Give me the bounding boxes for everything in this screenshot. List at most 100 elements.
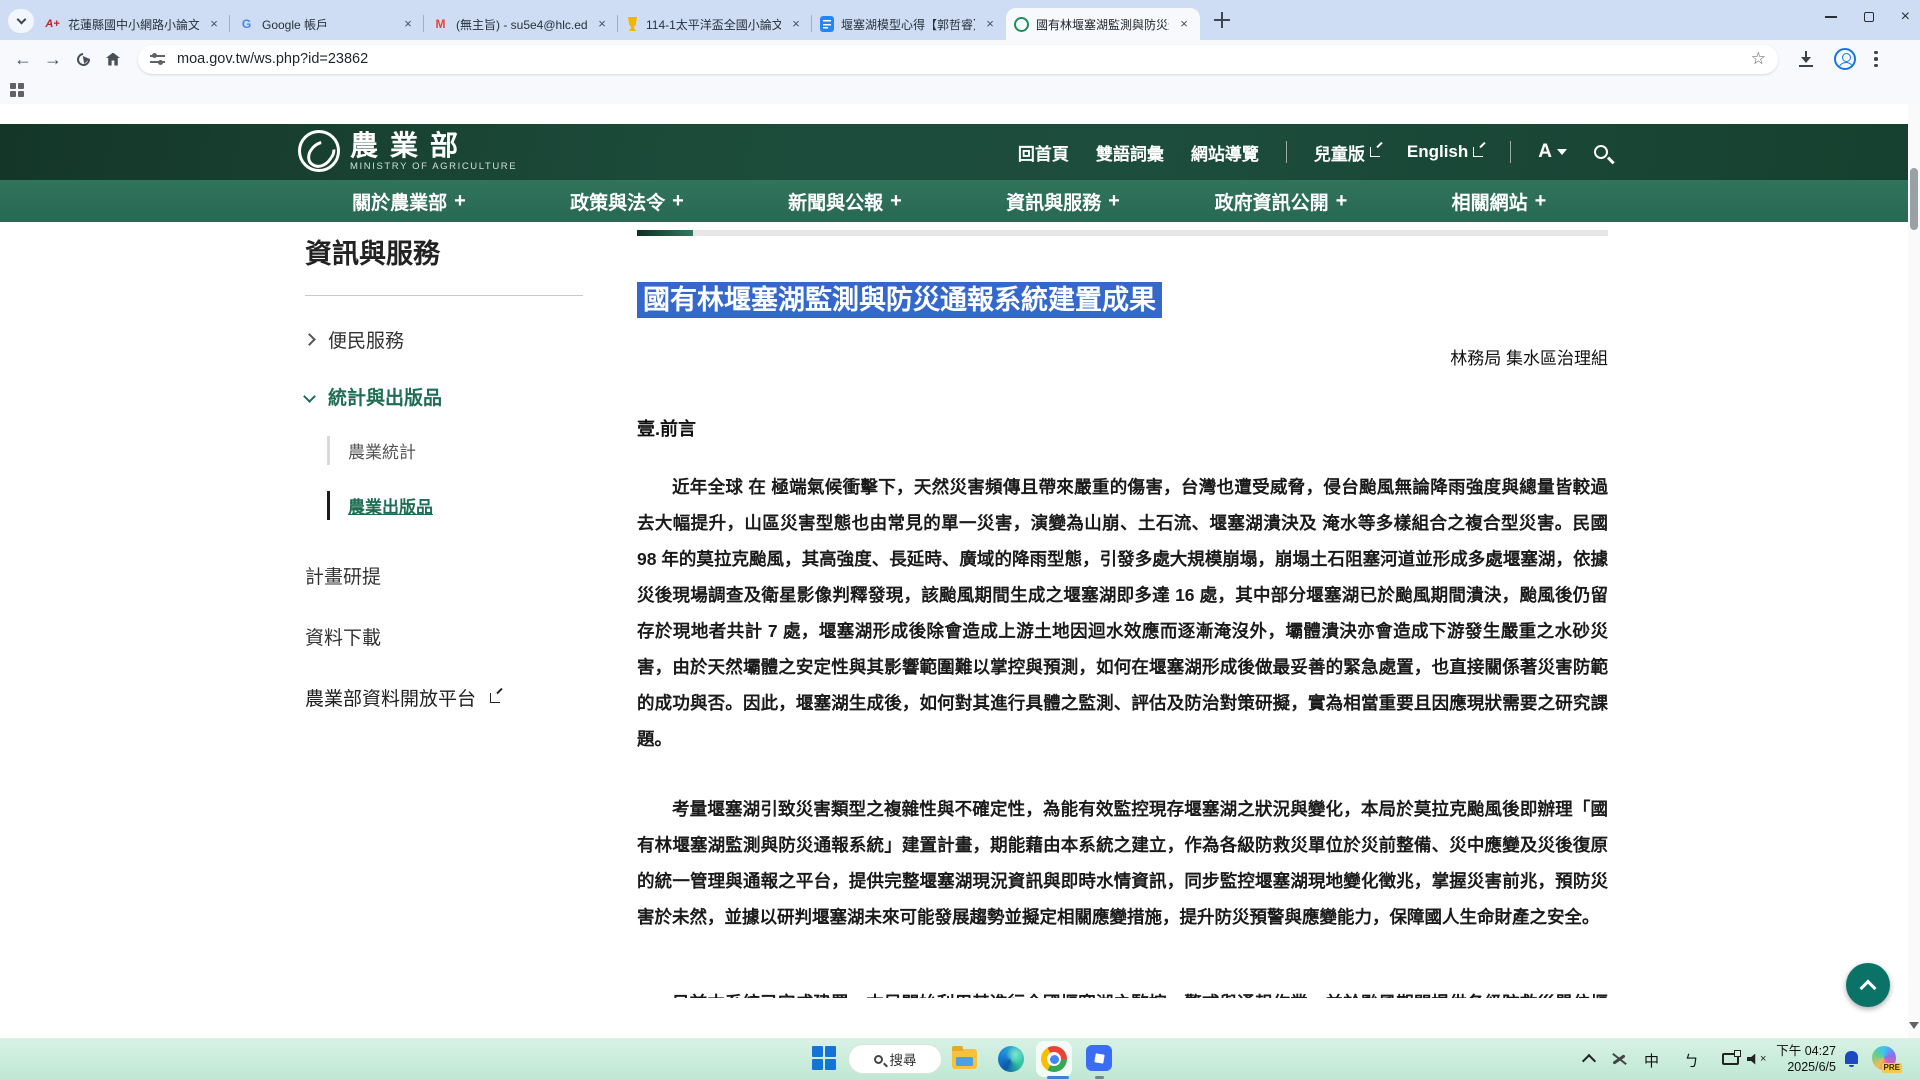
browser-tab-pacific-cup[interactable]: 114-1太平洋盃全國小論文競賽 ×: [618, 8, 812, 40]
close-icon[interactable]: ×: [1176, 16, 1192, 32]
page-scrollbar[interactable]: [1908, 104, 1920, 1038]
font-size-selector[interactable]: A: [1538, 141, 1567, 163]
article-paragraph-3-clipped: 目前本系統已完成建置，本局開始利用其進行全國堰塞湖之監控、警戒與通報作業，並於颱…: [637, 985, 1608, 998]
link-home[interactable]: 回首頁: [1018, 140, 1069, 165]
moa-favicon: [1014, 17, 1029, 32]
browser-menu-icon[interactable]: [1874, 51, 1878, 68]
close-icon[interactable]: ×: [594, 16, 610, 32]
sidebar-item-statistics-publications[interactable]: 統計與出版品: [305, 383, 587, 410]
taskbar-search[interactable]: 搜尋: [848, 1044, 942, 1074]
article: 國有林堰塞湖監測與防災通報系統建置成果 林務局 集水區治理組 壹.前言 近年全球…: [637, 230, 1608, 998]
plus-icon: +: [890, 190, 902, 213]
folder-icon: [952, 1049, 977, 1069]
site-info-icon[interactable]: [150, 53, 165, 65]
restore-icon[interactable]: [1864, 12, 1874, 22]
link-sitemap[interactable]: 網站導覽: [1191, 140, 1259, 165]
edge-button[interactable]: [998, 1046, 1024, 1072]
close-icon[interactable]: ×: [400, 16, 416, 32]
browser-tab-moa-active[interactable]: 國有林堰塞湖監測與防災通報系 ×: [1006, 8, 1200, 40]
trophy-favicon: [626, 17, 639, 31]
sidebar-item-project-proposal[interactable]: 計畫研提: [305, 562, 587, 589]
tab-title: 花蓮縣國中小網路小論文競賽: [68, 16, 199, 33]
link-bilingual-glossary[interactable]: 雙語詞彙: [1096, 140, 1164, 165]
new-tab-button[interactable]: [1214, 12, 1231, 29]
nav-info-services[interactable]: 資訊與服務+: [954, 180, 1172, 222]
chevron-down-icon: [303, 390, 316, 403]
tray-show-hidden-icons[interactable]: [1584, 1052, 1594, 1066]
chrome-button-active[interactable]: [1036, 1041, 1072, 1077]
bookmark-star-icon[interactable]: ☆: [1751, 49, 1766, 69]
url-text: moa.gov.tw/ws.php?id=23862: [177, 51, 1751, 67]
tab-search-chevron[interactable]: [8, 9, 34, 33]
article-byline: 林務局 集水區治理組: [637, 344, 1608, 369]
nav-policy-laws[interactable]: 政策與法令+: [518, 180, 736, 222]
section-heading: 壹.前言: [637, 415, 1608, 441]
browser-tab-google-account[interactable]: G Google 帳戶 ×: [230, 8, 424, 40]
link-english[interactable]: English: [1407, 142, 1483, 162]
reload-button[interactable]: [68, 44, 98, 74]
tray-ime-mode[interactable]: 中: [1644, 1050, 1659, 1071]
tray-ime-keyboard[interactable]: ㄅ: [1684, 1050, 1699, 1071]
sidebar-item-data-download[interactable]: 資料下載: [305, 623, 587, 650]
home-button[interactable]: [98, 44, 128, 74]
scrollbar-thumb[interactable]: [1910, 168, 1918, 230]
article-paragraph-1: 近年全球 在 極端氣候衝擊下，天然災害頻傳且帶來嚴重的傷害，台灣也遭受威脅，侵台…: [637, 469, 1608, 757]
tray-notifications-button[interactable]: [1845, 1051, 1858, 1064]
back-button[interactable]: ←: [8, 44, 38, 74]
link-kids-version[interactable]: 兒童版: [1314, 140, 1380, 165]
nav-about-moa[interactable]: 關於農業部+: [300, 180, 518, 222]
close-icon[interactable]: ×: [982, 16, 998, 32]
plus-icon: +: [1336, 190, 1348, 213]
webpage-viewport: 農業部 MINISTRY OF AGRICULTURE 回首頁 雙語詞彙 網站導…: [0, 104, 1920, 1038]
file-explorer-button[interactable]: [952, 1049, 977, 1069]
article-title-highlighted: 國有林堰塞湖監測與防災通報系統建置成果: [637, 282, 1162, 318]
sidebar-item-label: 計畫研提: [305, 562, 381, 589]
roblox-running-indicator: [1095, 1076, 1104, 1079]
tab-title: Google 帳戶: [262, 16, 393, 33]
sidebar-item-label: 便民服務: [328, 326, 404, 353]
sidebar-item-convenience-services[interactable]: 便民服務: [305, 326, 587, 353]
scroll-to-top-button[interactable]: [1846, 963, 1890, 1007]
search-icon[interactable]: [1594, 145, 1608, 159]
tray-volume-button[interactable]: ×: [1747, 1053, 1766, 1065]
sidebar-title: 資訊與服務: [305, 232, 587, 271]
browser-tab-doc[interactable]: 堰塞湖模型心得【郭哲睿】.doc ×: [812, 8, 1006, 40]
browser-tab-gmail[interactable]: M (無主旨) - su5e4@hlc.edu.tw ×: [424, 8, 618, 40]
minimize-icon[interactable]: [1825, 16, 1837, 18]
chrome-running-indicator: [1047, 1076, 1069, 1079]
sidebar-item-label: 統計與出版品: [328, 383, 442, 410]
downloads-icon[interactable]: [1798, 51, 1814, 67]
profile-avatar-icon[interactable]: [1834, 48, 1856, 70]
sidebar-item-open-data-platform[interactable]: 農業部資料開放平台: [305, 684, 587, 711]
nav-label: 新聞與公報: [788, 188, 883, 215]
nav-news-bulletin[interactable]: 新聞與公報 +: [736, 180, 954, 222]
font-size-label: A: [1538, 141, 1552, 163]
apps-grid-icon[interactable]: [10, 83, 24, 97]
tray-clock[interactable]: 下午 04:27 2025/6/5: [1768, 1043, 1836, 1075]
gmail-favicon: M: [432, 16, 449, 33]
tray-network-button[interactable]: [1722, 1053, 1739, 1065]
tab-title: 堰塞湖模型心得【郭哲睿】.doc: [841, 16, 975, 33]
close-window-icon[interactable]: ×: [1901, 9, 1910, 25]
copilot-button[interactable]: PRE: [1872, 1046, 1896, 1070]
start-button[interactable]: [812, 1046, 838, 1072]
roblox-button[interactable]: [1086, 1045, 1112, 1071]
tab-title: 114-1太平洋盃全國小論文競賽: [646, 16, 781, 33]
article-title: 國有林堰塞湖監測與防災通報系統建置成果: [637, 280, 1608, 320]
nav-label: 相關網站: [1452, 188, 1528, 215]
scrollbar-down-arrow[interactable]: [1909, 1022, 1919, 1034]
nav-related-sites[interactable]: 相關網站+: [1390, 180, 1608, 222]
sidebar-item-agri-statistics[interactable]: 農業統計: [327, 436, 587, 465]
url-bar[interactable]: moa.gov.tw/ws.php?id=23862 ☆: [138, 45, 1778, 74]
close-icon[interactable]: ×: [788, 16, 804, 32]
forward-button[interactable]: →: [38, 44, 68, 74]
link-label: 兒童版: [1314, 140, 1365, 165]
sidebar-item-agri-publications[interactable]: 農業出版品: [327, 491, 587, 520]
nav-gov-info-disclosure[interactable]: 政府資訊公開+: [1172, 180, 1390, 222]
close-icon[interactable]: ×: [206, 16, 222, 32]
chevron-down-icon: [16, 15, 26, 25]
moa-logo[interactable]: 農業部 MINISTRY OF AGRICULTURE: [298, 130, 517, 172]
browser-tab-essay-contest[interactable]: A+ 花蓮縣國中小網路小論文競賽 ×: [36, 8, 230, 40]
mute-x-glyph: ×: [1760, 1053, 1766, 1065]
tray-pen-button[interactable]: [1610, 1050, 1628, 1068]
